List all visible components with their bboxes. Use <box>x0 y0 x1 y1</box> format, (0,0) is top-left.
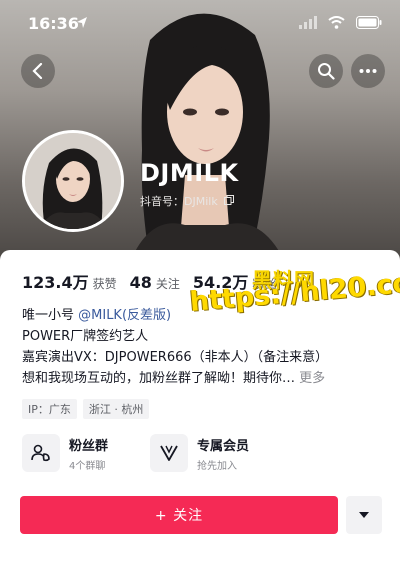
vip-member-text: 专属会员 抢先加入 <box>197 435 249 472</box>
search-icon <box>318 63 335 80</box>
fan-group-subtitle: 4个群聊 <box>69 460 106 472</box>
feature-entries: 粉丝群 4个群聊 专属会员 抢先加入 <box>22 434 278 472</box>
bio-more-link[interactable]: 更多 <box>299 371 325 386</box>
profile-name: DJMILK <box>140 159 239 187</box>
vip-icon <box>150 434 188 472</box>
vip-member-entry[interactable]: 专属会员 抢先加入 <box>150 434 278 472</box>
stat-likes-label: 获赞 <box>92 277 117 291</box>
location-tags: IP：广东 浙江 · 杭州 <box>22 399 155 419</box>
follow-button[interactable]: + 关注 <box>20 496 338 534</box>
fan-group-title: 粉丝群 <box>69 438 109 454</box>
back-arrow-icon <box>32 63 43 79</box>
stat-likes[interactable]: 123.4万 获赞 <box>22 269 117 293</box>
stat-following-value: 48 <box>129 273 152 292</box>
copy-icon[interactable] <box>224 195 235 205</box>
more-dots-icon <box>359 69 377 73</box>
battery-icon <box>356 16 382 29</box>
douyin-id[interactable]: 抖音号：DJMilk <box>140 193 235 209</box>
stat-following-label: 关注 <box>155 277 180 291</box>
profile-header-cover: 16:36 DJMILK 抖音号：DJMilk <box>0 0 400 262</box>
follow-dropdown-button[interactable] <box>346 496 382 534</box>
mention-link[interactable]: @MILK(反差版) <box>78 308 171 323</box>
avatar-image <box>25 133 121 229</box>
stat-likes-value: 123.4万 <box>22 273 89 292</box>
bio: 唯一小号 @MILK(反差版) POWER厂牌签约艺人 嘉宾演出VX：DJPOW… <box>22 305 382 389</box>
city-tag: 浙江 · 杭州 <box>82 399 150 419</box>
profile-screen: 16:36 DJMILK 抖音号：DJMilk 123.4万 获赞 48 关注 … <box>0 0 400 561</box>
bio-line-4: 想和我现场互动的，加粉丝群了解呦！期待你… 更多 <box>22 368 382 389</box>
wifi-icon <box>328 16 345 29</box>
status-bar: 16:36 <box>0 0 400 44</box>
status-time: 16:36 <box>28 14 79 33</box>
stat-following[interactable]: 48 关注 <box>130 273 180 292</box>
location-arrow-icon <box>76 15 88 34</box>
bio-line-4-text: 想和我现场互动的，加粉丝群了解呦！期待你… <box>22 371 296 386</box>
ip-location-tag: IP：广东 <box>22 399 77 419</box>
fan-group-entry[interactable]: 粉丝群 4个群聊 <box>22 434 150 472</box>
fan-group-text: 粉丝群 4个群聊 <box>69 435 108 472</box>
vip-member-title: 专属会员 <box>197 438 250 454</box>
bio-line-2: POWER厂牌签约艺人 <box>22 329 149 344</box>
back-button[interactable] <box>21 54 55 88</box>
signal-icon <box>298 16 317 29</box>
fan-group-icon <box>22 434 60 472</box>
more-options-button[interactable] <box>351 54 385 88</box>
avatar[interactable] <box>22 130 124 232</box>
bio-line-1-text: 唯一小号 <box>22 308 79 323</box>
status-icons <box>298 14 382 33</box>
vip-member-subtitle: 抢先加入 <box>197 460 237 472</box>
douyin-id-text: 抖音号：DJMilk <box>140 195 218 208</box>
search-button[interactable] <box>309 54 343 88</box>
bio-line-3: 嘉宾演出VX：DJPOWER666（非本人）（备注来意） <box>22 350 329 365</box>
caret-down-icon <box>359 512 369 518</box>
